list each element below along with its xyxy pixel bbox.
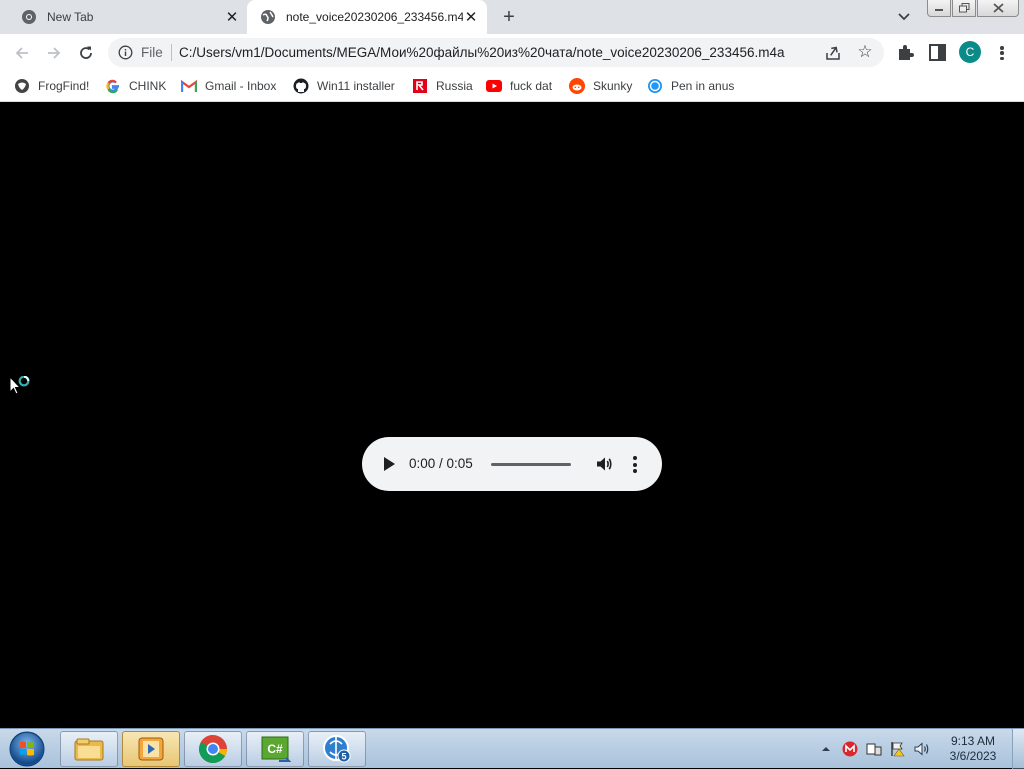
share-icon[interactable] (824, 44, 842, 62)
back-arrow-icon (15, 47, 28, 59)
restore-button[interactable] (952, 0, 976, 17)
reddit-icon (569, 78, 585, 94)
taskbar-media-player[interactable] (122, 731, 180, 767)
close-icon[interactable]: ✕ (463, 9, 479, 26)
reload-button[interactable] (74, 41, 98, 65)
bookmark-label: Russia (436, 79, 473, 93)
close-icon (992, 3, 1004, 13)
tray-mega[interactable] (842, 741, 858, 757)
address-bar[interactable]: File C:/Users/vm1/Documents/MEGA/Мои%20ф… (108, 38, 884, 67)
svg-text:C#: C# (267, 742, 283, 756)
forward-arrow-icon (48, 47, 61, 59)
system-clock[interactable]: 9:13 AM 3/6/2023 (937, 734, 1009, 764)
more-options-icon[interactable] (631, 456, 639, 473)
bookmark-chink[interactable]: CHINK (105, 76, 166, 96)
windows-taskbar: C# 5 9:13 AM 3/6/2023 (0, 728, 1024, 769)
bookmarks-bar: FrogFind! CHINK Gmail - Inbox Win11 inst… (0, 71, 1024, 102)
warning-flag-icon (891, 742, 905, 757)
volume-icon (914, 742, 929, 756)
tab-title: New Tab (47, 10, 94, 24)
github-icon (293, 78, 309, 94)
extensions-puzzle-icon[interactable] (895, 43, 915, 63)
bookmark-gmail[interactable]: Gmail - Inbox (181, 76, 276, 96)
taskbar-chrome[interactable] (184, 731, 242, 767)
chevron-down-icon (898, 13, 910, 21)
close-window-button[interactable] (977, 0, 1019, 17)
tray-expand-button[interactable] (818, 741, 834, 757)
volume-icon[interactable] (595, 455, 613, 473)
bookmark-label: fuck dat (510, 79, 553, 93)
russia-icon (412, 78, 428, 94)
url-text[interactable]: C:/Users/vm1/Documents/MEGA/Мои%20файлы%… (179, 45, 819, 60)
chevron-up-icon (822, 747, 830, 751)
tray-volume[interactable] (914, 741, 930, 757)
minimize-icon (935, 9, 943, 11)
explorer-icon (74, 738, 104, 761)
bookmark-label: CHINK (129, 79, 167, 93)
bookmark-win11-installer[interactable]: Win11 installer (293, 76, 395, 96)
tab-title: note_voice20230206_233456.m4a (286, 10, 463, 24)
url-scheme-label: File (141, 45, 163, 60)
bookmark-label: Gmail - Inbox (205, 79, 277, 93)
svg-text:5: 5 (341, 752, 346, 762)
window-controls (927, 0, 1020, 17)
globe-icon (261, 10, 275, 24)
forward-button[interactable] (42, 41, 66, 65)
frogfind-icon (14, 78, 30, 94)
bookmark-fuck-dat[interactable]: fuck dat (486, 76, 552, 96)
csharp-icon: C# (261, 736, 291, 762)
tab-strip: New Tab ✕ note_voice20230206_233456.m4a … (0, 0, 1024, 34)
bookmark-label: Pen in anus (671, 79, 735, 93)
restore-icon (958, 3, 969, 13)
bookmark-label: Win11 installer (317, 79, 395, 93)
bookmark-russia[interactable]: Russia (412, 76, 473, 96)
playback-time: 0:00 / 0:05 (409, 456, 473, 471)
taskbar-network-tool[interactable]: 5 (308, 731, 366, 767)
audio-player: 0:00 / 0:05 (362, 437, 662, 491)
minimize-button[interactable] (927, 0, 951, 17)
mega-icon (842, 741, 858, 757)
taskbar-explorer[interactable] (60, 731, 118, 767)
close-icon[interactable]: ✕ (224, 9, 240, 26)
bookmark-star-icon[interactable]: ☆ (856, 43, 874, 61)
tab-audio-file[interactable]: note_voice20230206_233456.m4a ✕ (247, 0, 487, 34)
side-panel-icon[interactable] (929, 44, 946, 61)
taskbar-csharp[interactable]: C# (246, 731, 304, 767)
back-button[interactable] (10, 41, 34, 65)
tray-device[interactable] (866, 741, 882, 757)
bookmark-frogfind[interactable]: FrogFind! (14, 76, 89, 96)
youtube-icon (486, 78, 502, 94)
network-icon: 5 (323, 735, 351, 763)
info-icon[interactable] (118, 45, 133, 60)
chrome-icon (22, 10, 36, 24)
media-viewer: 0:00 / 0:05 (0, 103, 1024, 728)
device-icon (866, 743, 882, 756)
clock-time: 9:13 AM (950, 734, 996, 748)
bookmark-skunky[interactable]: Skunky (569, 76, 632, 96)
tab-search-button[interactable] (895, 8, 913, 26)
play-icon[interactable] (382, 456, 396, 472)
divider (171, 44, 172, 61)
busy-cursor-icon (9, 376, 30, 395)
media-player-icon (138, 737, 164, 761)
tray-action-center[interactable] (890, 741, 906, 757)
tab-new-tab[interactable]: New Tab ✕ (8, 0, 248, 34)
bookmark-label: FrogFind! (38, 79, 90, 93)
new-tab-button[interactable]: + (498, 6, 520, 28)
profile-avatar[interactable]: C (959, 41, 981, 63)
bookmark-pen-in-anus[interactable]: Pen in anus (647, 76, 734, 96)
browser-toolbar: File C:/Users/vm1/Documents/MEGA/Мои%20ф… (0, 34, 1024, 71)
google-icon (105, 78, 121, 94)
clock-date: 3/6/2023 (949, 749, 997, 763)
seek-slider[interactable] (491, 463, 571, 466)
browser-menu-button[interactable] (995, 44, 1009, 62)
gmail-icon (181, 78, 197, 94)
chrome-icon (199, 735, 227, 763)
start-button[interactable] (5, 730, 49, 768)
show-desktop-button[interactable] (1012, 729, 1024, 769)
blue-circle-icon (647, 78, 663, 94)
reload-icon (80, 46, 92, 59)
bookmark-label: Skunky (593, 79, 633, 93)
